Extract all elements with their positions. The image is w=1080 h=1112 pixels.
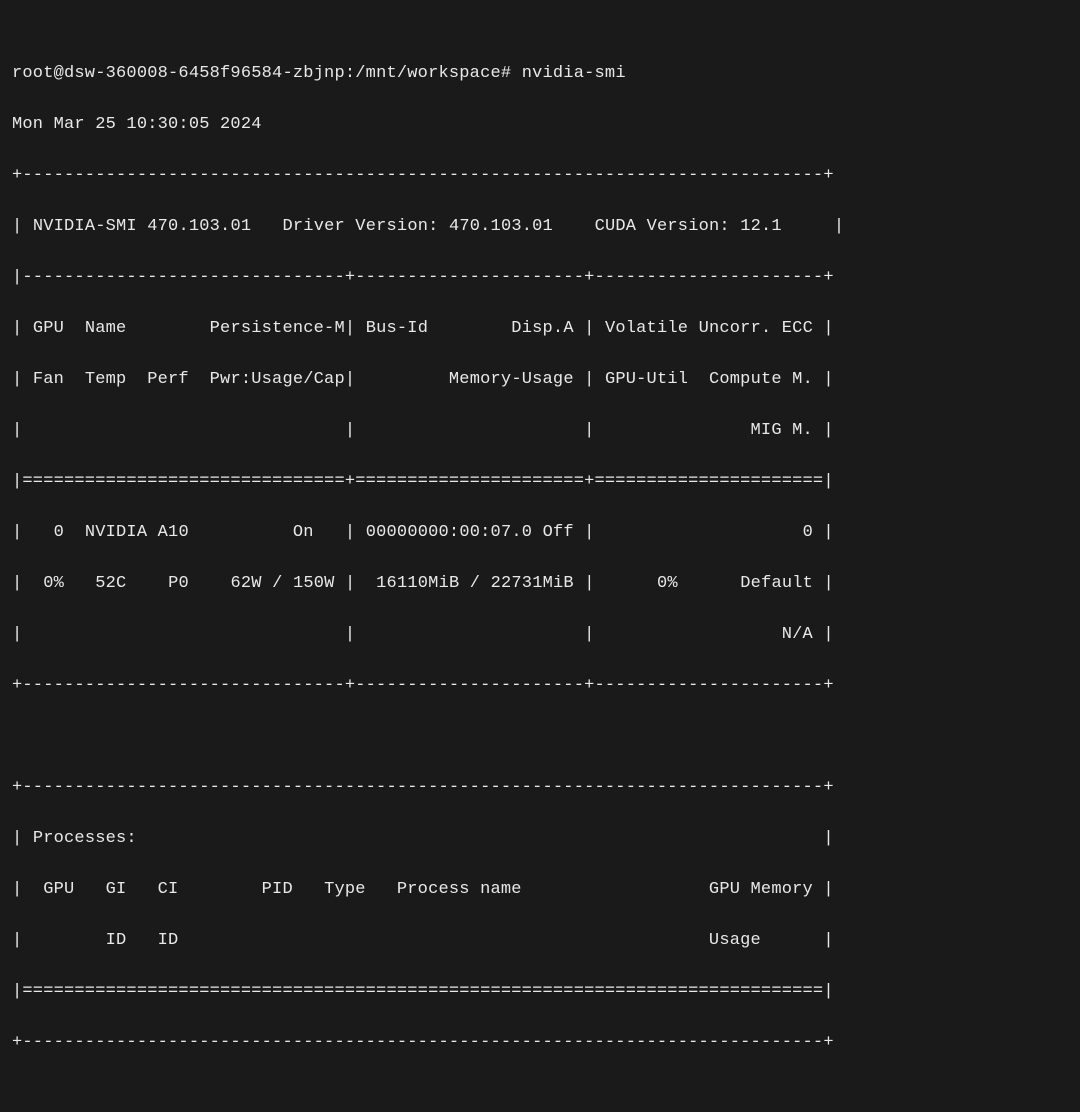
prompt-symbol: # (501, 64, 511, 83)
border-top: +---------------------------------------… (12, 163, 1068, 189)
col1-r1: GPU Name Persistence-M (33, 319, 345, 338)
gpu-name: NVIDIA A10 (85, 523, 189, 542)
proc-header-1: | GPU GI CI PID Type Process name GPU Me… (12, 877, 1068, 903)
smi-version: 470.103.01 (147, 217, 251, 236)
shell-prompt-line[interactable]: root@dsw-360008-6458f96584-zbjnp:/mnt/wo… (12, 61, 1068, 87)
border-bot-split: +-------------------------------+-------… (12, 673, 1068, 699)
proc-border-eq: |=======================================… (12, 979, 1068, 1005)
border-mid: |-------------------------------+-------… (12, 265, 1068, 291)
cuda-label: CUDA Version: (595, 217, 730, 236)
gpu-ecc: 0 (803, 523, 813, 542)
gpu-persistence: On (293, 523, 314, 542)
col2-r2: Memory-Usage (449, 370, 574, 389)
gpu-mem-total: 22731MiB (491, 574, 574, 593)
blank-line (12, 724, 1068, 750)
gpu-mem-used: 16110MiB (376, 574, 459, 593)
driver-version: 470.103.01 (449, 217, 553, 236)
gpu-row3: | | | N/A | (12, 622, 1068, 648)
header-line: | NVIDIA-SMI 470.103.01 Driver Version: … (12, 214, 1068, 240)
proc-hdr2: ID ID Usage (43, 931, 761, 950)
col1-r2: Fan Temp Perf Pwr:Usage/Cap (33, 370, 345, 389)
border-eq: |===============================+=======… (12, 469, 1068, 495)
smi-label: NVIDIA-SMI (33, 217, 137, 236)
processes-title: Processes: (33, 829, 137, 848)
col-header-row3: | | | MIG M. | (12, 418, 1068, 444)
timestamp-line: Mon Mar 25 10:30:05 2024 (12, 112, 1068, 138)
col3-r1: Volatile Uncorr. ECC (605, 319, 813, 338)
col-header-row1: | GPU Name Persistence-M| Bus-Id Disp.A … (12, 316, 1068, 342)
proc-header-2: | ID ID Usage | (12, 928, 1068, 954)
gpu-perf: P0 (168, 574, 189, 593)
gpu-pwr-cap: 150W (293, 574, 335, 593)
proc-hdr1: GPU GI CI PID Type Process name GPU Memo… (43, 880, 813, 899)
gpu-row1: | 0 NVIDIA A10 On | 00000000:00:07.0 Off… (12, 520, 1068, 546)
driver-label: Driver Version: (283, 217, 439, 236)
gpu-temp: 52C (95, 574, 126, 593)
user-host: root@dsw-360008-6458f96584-zbjnp (12, 64, 345, 83)
gpu-pwr-usage: 62W (231, 574, 262, 593)
gpu-id: 0 (54, 523, 64, 542)
proc-border-top: +---------------------------------------… (12, 775, 1068, 801)
col3-r3: MIG M. (751, 421, 813, 440)
gpu-dispa: Off (543, 523, 574, 542)
gpu-compute: Default (740, 574, 813, 593)
proc-title-line: | Processes: | (12, 826, 1068, 852)
gpu-fan: 0% (43, 574, 64, 593)
cuda-version: 12.1 (740, 217, 782, 236)
gpu-busid: 00000000:00:07.0 (366, 523, 532, 542)
col-header-row2: | Fan Temp Perf Pwr:Usage/Cap| Memory-Us… (12, 367, 1068, 393)
cwd: /mnt/workspace (355, 64, 501, 83)
proc-border-bot: +---------------------------------------… (12, 1030, 1068, 1056)
gpu-mig: N/A (782, 625, 813, 644)
col2-r1: Bus-Id Disp.A (366, 319, 574, 338)
command-text: nvidia-smi (522, 64, 626, 83)
col3-r2: GPU-Util Compute M. (605, 370, 813, 389)
gpu-row2: | 0% 52C P0 62W / 150W | 16110MiB / 2273… (12, 571, 1068, 597)
gpu-util: 0% (657, 574, 678, 593)
